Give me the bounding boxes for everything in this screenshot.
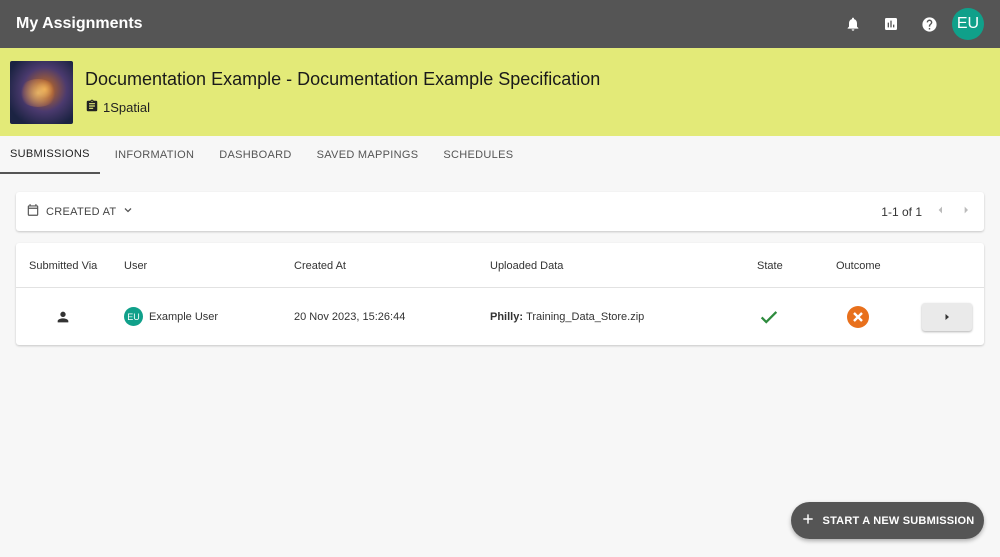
outcome-error-icon [846,288,870,345]
filter-bar: CREATED AT 1-1 of 1 [16,192,984,231]
tab-schedules[interactable]: SCHEDULES [433,136,523,173]
tab-bar: SUBMISSIONS INFORMATION DASHBOARD SAVED … [0,136,1000,174]
tab-saved-mappings[interactable]: SAVED MAPPINGS [307,136,429,173]
organisation: 1Spatial [85,99,600,116]
previous-page-icon[interactable] [932,202,948,221]
app-bar-actions: EU [834,5,984,43]
app-title: My Assignments [16,15,143,32]
row-actions [922,288,972,345]
bell-icon[interactable] [834,5,872,43]
open-submission-button[interactable] [922,302,972,331]
table-header: Submitted Via User Created At Uploaded D… [16,243,984,288]
row-uploaded-data: Philly: Training_Data_Store.zip [490,288,644,345]
header-user[interactable]: User [124,243,147,288]
checkmark-icon [758,288,780,345]
specification-title: Documentation Example - Documentation Ex… [85,68,601,89]
user-avatar-small: EU [124,307,143,326]
banner-text: Documentation Example - Documentation Ex… [85,69,600,116]
help-icon[interactable] [910,5,948,43]
header-outcome[interactable]: Outcome [836,243,881,288]
tab-dashboard[interactable]: DASHBOARD [209,136,301,173]
header-state[interactable]: State [757,243,783,288]
start-new-submission-label: START A NEW SUBMISSION [822,514,975,527]
table-row[interactable]: EU Example User 20 Nov 2023, 15:26:44 Ph… [16,288,984,345]
app-bar: My Assignments EU [0,0,1000,48]
sort-label: CREATED AT [46,205,117,218]
chart-icon[interactable] [872,5,910,43]
start-new-submission-button[interactable]: START A NEW SUBMISSION [791,502,984,539]
play-arrow-icon [945,313,949,320]
submissions-table: Submitted Via User Created At Uploaded D… [16,243,984,345]
data-store-name: Philly: [490,310,524,323]
pagination-range: 1-1 of 1 [881,204,922,219]
header-created-at[interactable]: Created At [294,243,346,288]
tab-information[interactable]: INFORMATION [105,136,204,173]
clipboard-icon [85,99,99,116]
chevron-down-icon [122,204,134,219]
user-name: Example User [149,310,219,323]
sort-dropdown[interactable]: CREATED AT [26,203,134,220]
data-file-name: Training_Data_Store.zip [526,310,645,323]
row-created-at: 20 Nov 2023, 15:26:44 [294,310,406,323]
plus-icon [801,512,815,529]
person-icon [55,288,71,345]
row-user: EU Example User [124,288,218,345]
user-avatar[interactable]: EU [952,8,984,40]
tab-submissions[interactable]: SUBMISSIONS [0,136,100,174]
next-page-icon[interactable] [958,202,974,221]
calendar-icon [26,203,40,220]
header-submitted-via[interactable]: Submitted Via [29,243,97,288]
organisation-name: 1Spatial [103,99,150,115]
header-uploaded-data[interactable]: Uploaded Data [490,243,563,288]
specification-banner: Documentation Example - Documentation Ex… [0,48,1000,136]
specification-thumbnail [10,60,73,124]
pagination: 1-1 of 1 [881,202,974,221]
